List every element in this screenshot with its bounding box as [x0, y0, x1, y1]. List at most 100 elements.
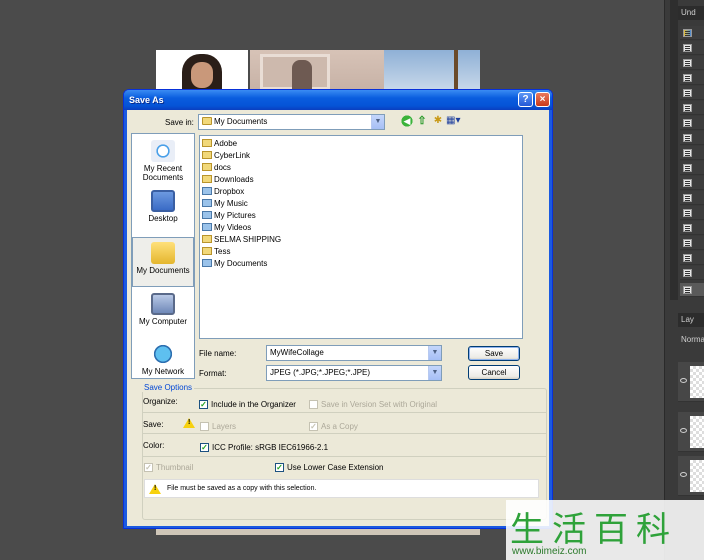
chevron-down-icon[interactable]: ▼ — [371, 115, 384, 129]
history-step-icon — [683, 74, 692, 82]
history-row[interactable] — [680, 26, 704, 40]
layer-thumbnail — [690, 416, 704, 448]
shortcut-icon — [202, 259, 212, 267]
file-name: My Pictures — [214, 211, 256, 220]
history-step-icon — [683, 89, 692, 97]
save-in-label: Save in: — [165, 118, 194, 127]
file-name: Dropbox — [214, 187, 245, 196]
file-name-input[interactable]: MyWifeCollage ▼ — [266, 345, 442, 361]
file-name-value: MyWifeCollage — [270, 348, 324, 357]
history-row[interactable] — [680, 221, 704, 235]
place-my-network[interactable]: My Network — [132, 339, 194, 389]
close-button[interactable]: × — [535, 92, 550, 107]
version-set-checkbox[interactable] — [309, 400, 318, 409]
icc-profile-label: ICC Profile: sRGB IEC61966-2.1 — [212, 443, 329, 452]
up-folder-button[interactable]: ⇧ — [415, 114, 429, 128]
layers-panel-tab[interactable]: Lay — [678, 313, 704, 327]
file-name: docs — [214, 163, 231, 172]
history-row[interactable] — [680, 236, 704, 250]
cancel-button[interactable]: Cancel — [468, 365, 520, 380]
history-panel-tab[interactable]: Und — [678, 6, 704, 20]
list-item[interactable]: Dropbox — [202, 186, 244, 198]
history-row[interactable] — [680, 71, 704, 85]
divider — [143, 433, 546, 434]
eye-icon[interactable] — [680, 378, 687, 383]
list-item[interactable]: Adobe — [202, 138, 237, 150]
view-menu-button[interactable]: ▦▾ — [446, 114, 466, 128]
history-row[interactable] — [680, 101, 704, 115]
recent-documents-icon — [151, 140, 175, 162]
history-row[interactable] — [680, 191, 704, 205]
history-row[interactable] — [680, 161, 704, 175]
format-label: Format: — [199, 369, 227, 378]
list-item[interactable]: CyberLink — [202, 150, 250, 162]
places-bar: My Recent Documents Desktop My Documents… — [131, 133, 195, 379]
help-button[interactable]: ? — [518, 92, 533, 107]
list-item[interactable]: SELMA SHIPPING — [202, 234, 281, 246]
place-my-recent-documents[interactable]: My Recent Documents — [132, 136, 194, 186]
chevron-down-icon[interactable]: ▼ — [428, 346, 441, 360]
eye-icon[interactable] — [680, 472, 687, 477]
eye-icon[interactable] — [680, 428, 687, 433]
chevron-down-icon[interactable]: ▼ — [428, 366, 441, 380]
thumbnail-checkbox[interactable]: ✓ — [144, 463, 153, 472]
list-item[interactable]: docs — [202, 162, 231, 174]
history-row[interactable] — [680, 56, 704, 70]
history-step-icon — [683, 104, 692, 112]
layers-checkbox[interactable] — [200, 422, 209, 431]
organize-label: Organize: — [143, 397, 178, 406]
layer-row[interactable] — [678, 412, 704, 452]
list-item[interactable]: My Documents — [202, 258, 267, 270]
save-button[interactable]: Save — [468, 346, 520, 361]
back-button[interactable]: ◀ — [400, 114, 414, 128]
include-organizer-checkbox[interactable]: ✓ — [199, 400, 208, 409]
history-row[interactable] — [680, 116, 704, 130]
history-row[interactable] — [680, 206, 704, 220]
collage-photo-sky — [384, 50, 480, 90]
history-row[interactable] — [680, 86, 704, 100]
version-set-label: Save in Version Set with Original — [321, 400, 438, 409]
folder-icon — [202, 151, 212, 159]
history-row[interactable] — [680, 176, 704, 190]
history-step-icon — [683, 286, 692, 294]
file-list[interactable]: Adobe CyberLink docs Downloads Dropbox M… — [199, 135, 523, 339]
layer-row[interactable] — [678, 362, 704, 402]
layer-thumbnail — [690, 366, 704, 398]
file-name: SELMA SHIPPING — [214, 235, 282, 244]
place-label: My Computer — [138, 317, 187, 326]
list-item[interactable]: Downloads — [202, 174, 254, 186]
history-tab-label: Und — [681, 8, 696, 17]
watermark-logo-text: 生活百科 — [510, 510, 678, 550]
layer-row[interactable] — [678, 456, 704, 496]
back-arrow-icon: ◀ — [403, 116, 411, 126]
list-item[interactable]: My Music — [202, 198, 248, 210]
history-row[interactable] — [680, 146, 704, 160]
warning-icon — [183, 418, 195, 428]
history-step-icon — [683, 194, 692, 202]
as-copy-checkbox[interactable]: ✓ — [309, 422, 318, 431]
watermark: 生活百科 www.bimeiz.com — [506, 500, 704, 560]
warning-icon — [149, 484, 161, 494]
place-my-computer[interactable]: My Computer — [132, 289, 194, 339]
history-row[interactable] — [680, 251, 704, 265]
history-row[interactable] — [680, 41, 704, 55]
dialog-titlebar[interactable]: Save As ? × — [124, 90, 552, 110]
history-row[interactable] — [680, 266, 704, 280]
icc-profile-checkbox[interactable]: ✓ — [200, 443, 209, 452]
save-in-dropdown[interactable]: My Documents ▼ — [198, 114, 385, 130]
format-dropdown[interactable]: JPEG (*.JPG;*.JPEG;*.JPE) ▼ — [266, 365, 442, 381]
list-item[interactable]: My Videos — [202, 222, 251, 234]
list-item[interactable]: My Pictures — [202, 210, 256, 222]
new-folder-button[interactable]: ✱ — [431, 114, 445, 128]
history-row-selected[interactable] — [680, 283, 704, 297]
place-my-documents[interactable]: My Documents — [132, 237, 194, 287]
history-row[interactable] — [680, 131, 704, 145]
history-step-icon — [683, 149, 692, 157]
place-desktop[interactable]: Desktop — [132, 186, 194, 236]
music-folder-icon — [202, 199, 212, 207]
folder-icon — [202, 235, 212, 243]
blend-mode-select[interactable]: Norma — [678, 333, 704, 347]
list-item[interactable]: Tess — [202, 246, 230, 258]
file-name: My Documents — [214, 259, 268, 268]
lower-case-checkbox[interactable]: ✓ — [275, 463, 284, 472]
